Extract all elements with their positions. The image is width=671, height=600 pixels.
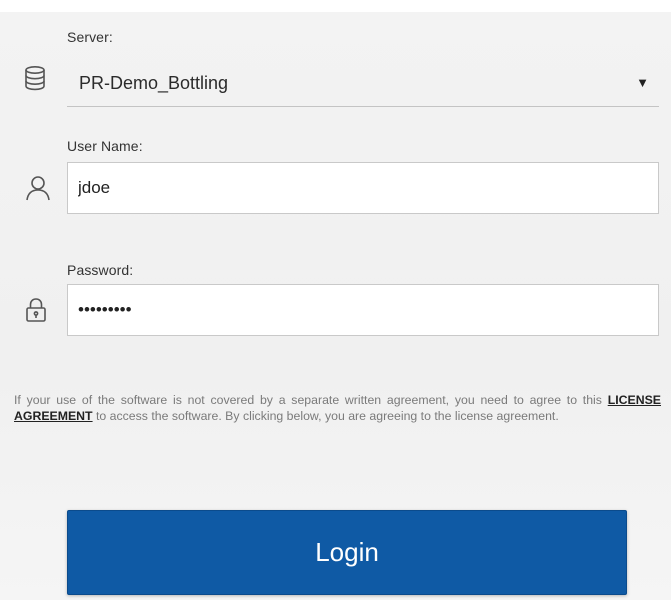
license-text-after: to access the software. By clicking belo… <box>92 409 559 423</box>
password-label: Password: <box>67 262 134 278</box>
server-selected-value: PR-Demo_Bottling <box>79 73 229 93</box>
user-icon <box>24 174 52 202</box>
username-label: User Name: <box>67 138 143 154</box>
login-button[interactable]: Login <box>67 510 627 595</box>
server-label: Server: <box>67 29 113 45</box>
license-notice: If your use of the software is not cover… <box>14 392 661 424</box>
username-input[interactable] <box>67 162 659 214</box>
chevron-down-icon: ▼ <box>636 75 649 90</box>
license-text-before: If your use of the software is not cover… <box>14 393 608 407</box>
lock-icon <box>22 296 50 324</box>
server-select[interactable]: PR-Demo_Bottling ▼ <box>67 61 659 107</box>
login-panel: Server: PR-Demo_Bottling ▼ User Name: Pa… <box>0 12 671 600</box>
database-icon <box>21 64 49 92</box>
password-input[interactable] <box>67 284 659 336</box>
